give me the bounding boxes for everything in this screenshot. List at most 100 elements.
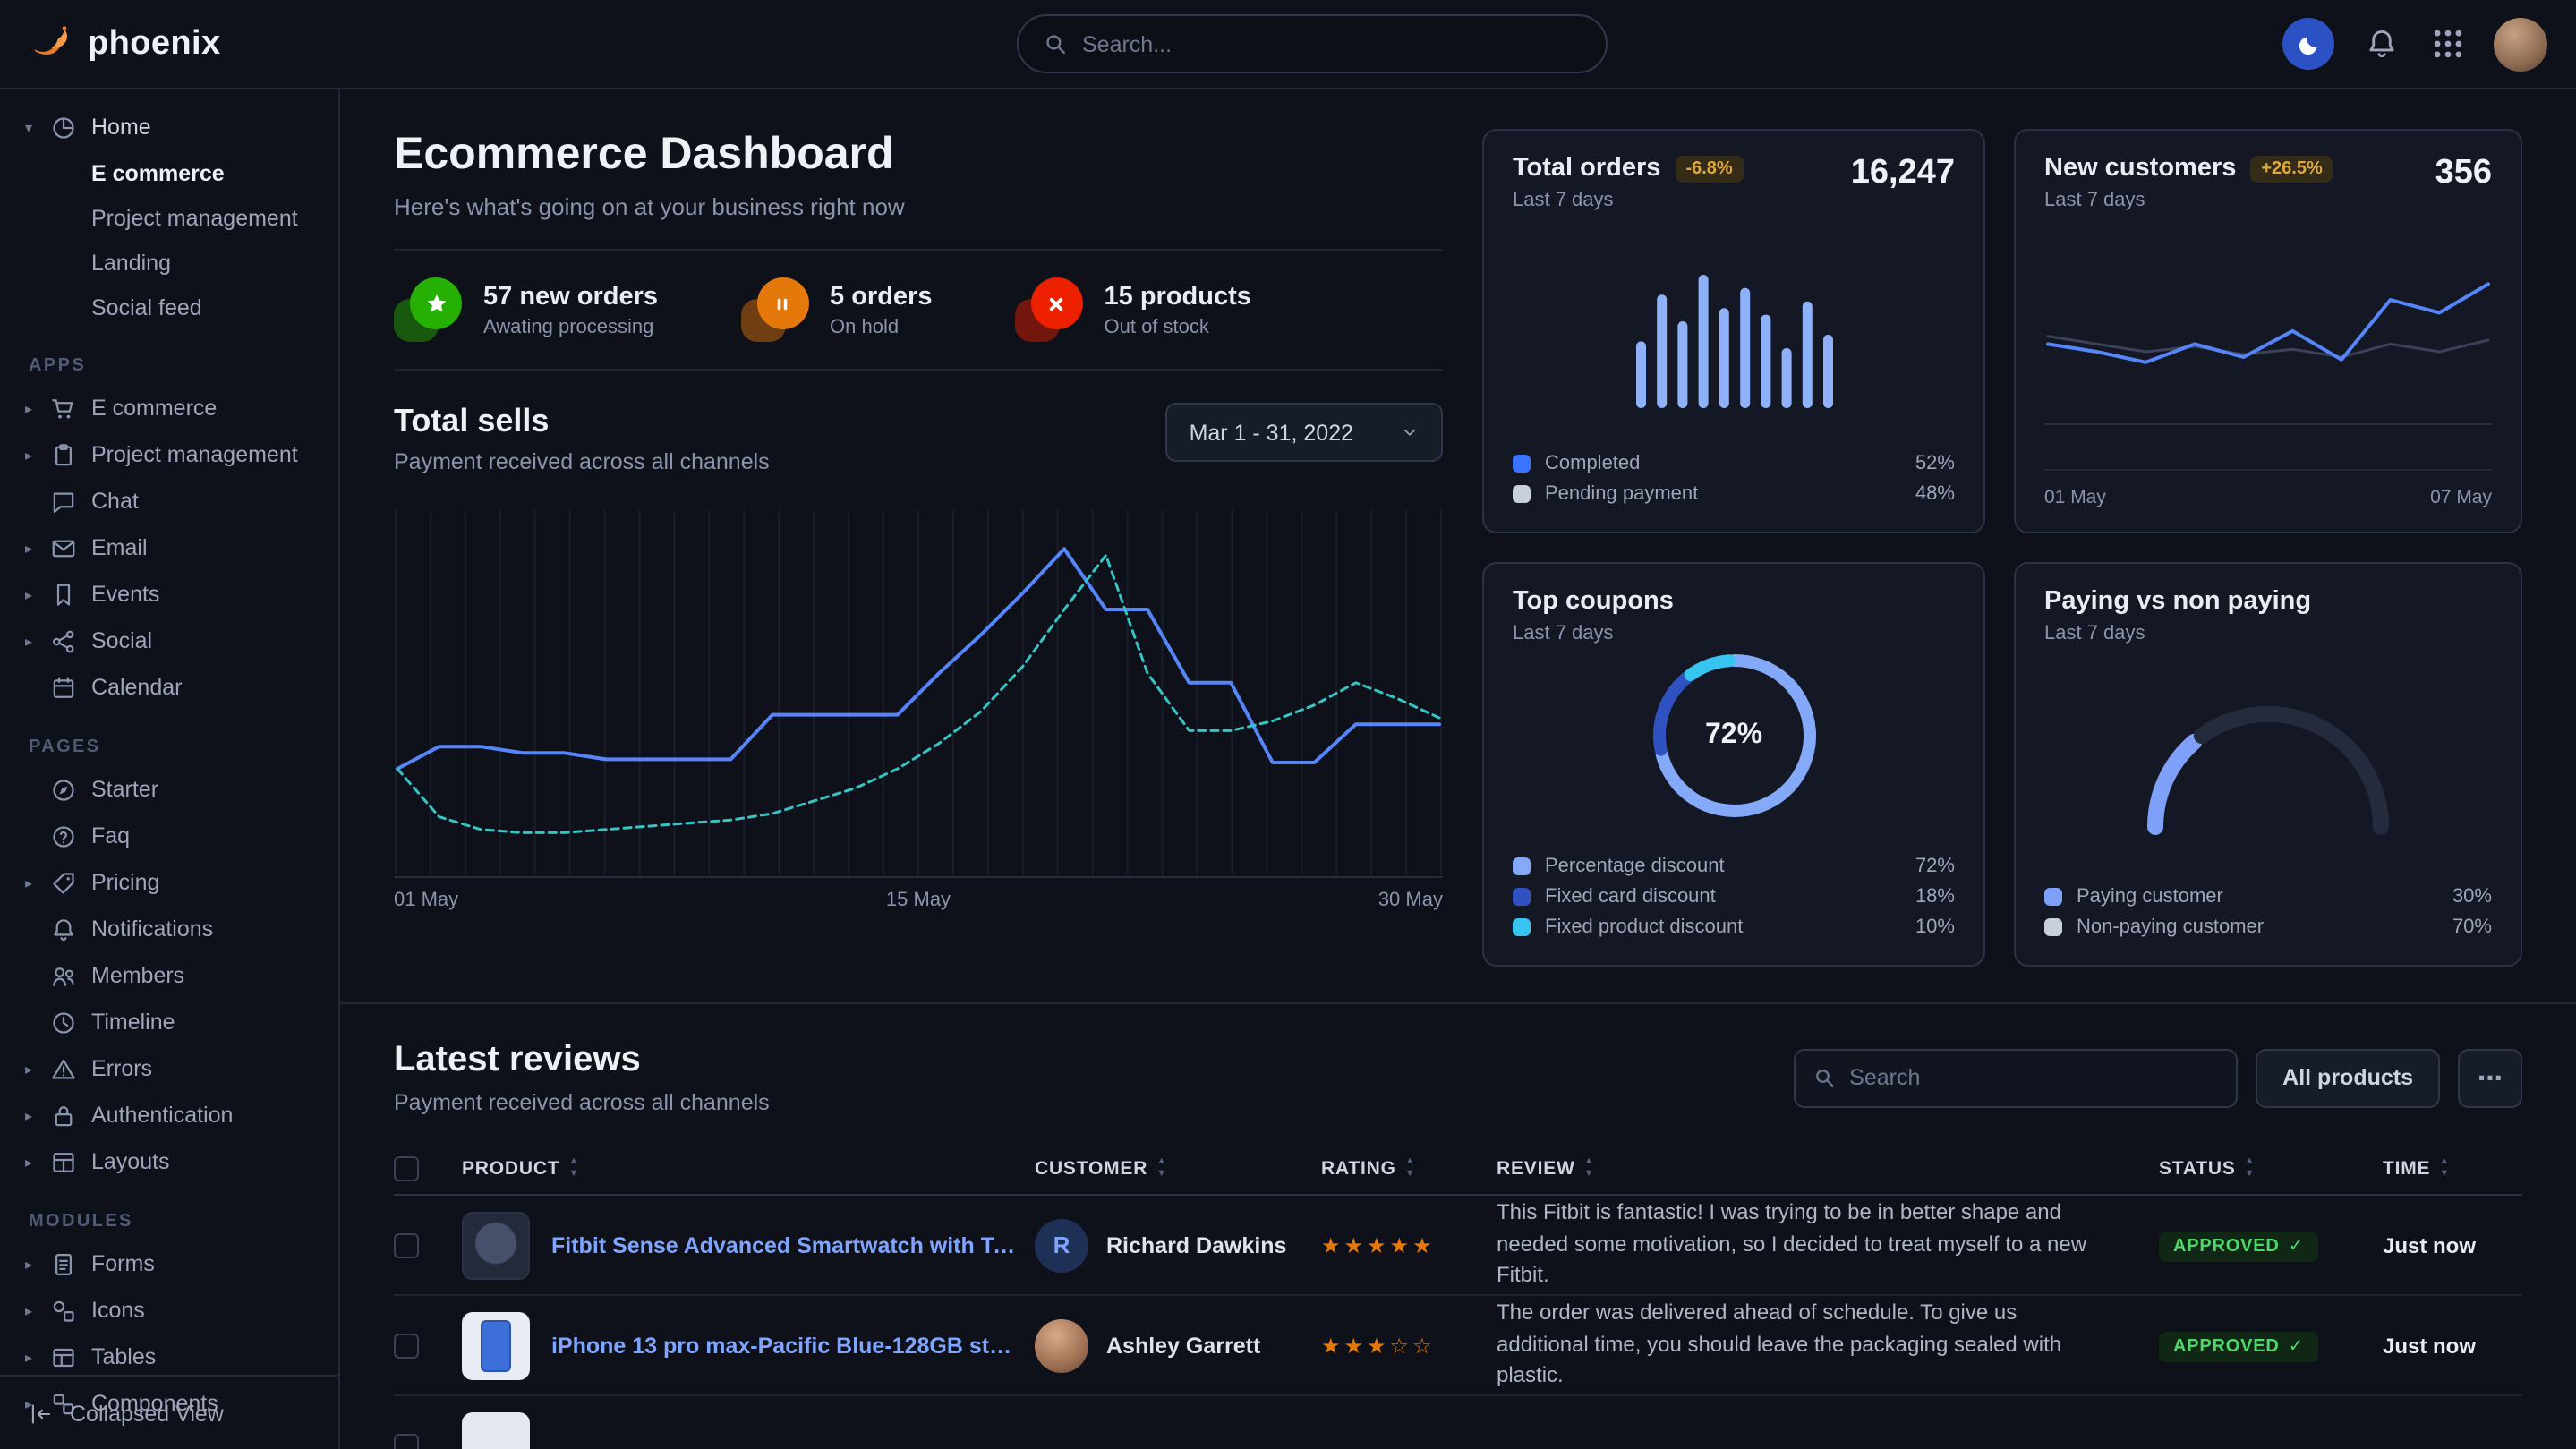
total-orders-card: Total orders -6.8% Last 7 days 16,247 Co… (1482, 129, 1985, 533)
app-body: ▾HomeE commerceProject managementLanding… (0, 89, 2576, 1449)
card-title: Total orders (1513, 154, 1660, 183)
all-products-button[interactable]: All products (2256, 1048, 2440, 1107)
row-checkbox[interactable] (394, 1434, 419, 1449)
sidebar-item-landing[interactable]: Landing (0, 240, 338, 285)
sidebar-item-social[interactable]: ▸Social (0, 618, 338, 664)
time-cell: Just now (2383, 1333, 2522, 1358)
sidebar-item-project-management[interactable]: ▸Project management (0, 431, 338, 478)
column-header-product[interactable]: PRODUCT▲▼ (462, 1158, 1017, 1180)
stat-icon-wrap (740, 277, 808, 342)
product-cell: iPhone 13 pro max-Pacific Blue-128GB sto… (462, 1311, 1017, 1379)
user-avatar[interactable] (2494, 17, 2547, 71)
rating-stars: ★★★☆☆ (1321, 1333, 1479, 1358)
sidebar-item-tables[interactable]: ▸Tables (0, 1334, 338, 1380)
new-customers-chart-area (2044, 211, 2492, 469)
column-header-review[interactable]: REVIEW▲▼ (1497, 1158, 2141, 1180)
chat-icon (50, 488, 77, 515)
global-search[interactable] (1016, 14, 1607, 73)
sidebar-item-e-commerce[interactable]: ▸E commerce (0, 385, 338, 431)
paying-vs-nonpaying-card: Paying vs non paying Last 7 days Paying … (2014, 562, 2522, 967)
top-coupons-legend: Percentage discount72%Fixed card discoun… (1513, 850, 1955, 942)
new-customers-card: New customers +26.5% Last 7 days 356 01 (2014, 129, 2522, 533)
trend-badge: +26.5% (2250, 155, 2333, 182)
select-all-checkbox[interactable] (394, 1156, 419, 1181)
legend-label: Non-paying customer (2077, 916, 2264, 937)
bell-icon (50, 916, 77, 942)
card-period: Last 7 days (1513, 623, 1674, 644)
bookmark-icon (50, 581, 77, 608)
sort-icon: ▲▼ (1156, 1158, 1167, 1180)
date-range-select[interactable]: Mar 1 - 31, 2022 (1166, 403, 1443, 462)
collapsed-view-toggle[interactable]: Collapsed View (0, 1375, 338, 1449)
legend-item-pending-payment: Pending payment48% (1513, 478, 1955, 508)
sidebar-item-label: Authentication (91, 1103, 233, 1128)
sidebar-item-social-feed[interactable]: Social feed (0, 285, 338, 329)
sidebar-item-chat[interactable]: Chat (0, 478, 338, 524)
legend-value: 70% (2452, 916, 2492, 937)
sidebar-item-pricing[interactable]: ▸Pricing (0, 859, 338, 906)
notifications-button[interactable] (2361, 24, 2401, 64)
column-header-customer[interactable]: CUSTOMER▲▼ (1035, 1158, 1303, 1180)
legend-swatch (1513, 917, 1531, 935)
pie-icon (50, 114, 77, 141)
sidebar-item-icons[interactable]: ▸Icons (0, 1287, 338, 1334)
product-link[interactable]: iPhone 13 pro max-Pacific Blue-128GB sto… (551, 1333, 1017, 1358)
sidebar-item-e-commerce[interactable]: E commerce (0, 150, 338, 195)
sidebar-item-events[interactable]: ▸Events (0, 571, 338, 618)
legend-item-percentage-discount: Percentage discount72% (1513, 850, 1955, 881)
sidebar-item-authentication[interactable]: ▸Authentication (0, 1092, 338, 1138)
sidebar-item-notifications[interactable]: Notifications (0, 906, 338, 952)
status-badge: APPROVED✓ (2159, 1231, 2318, 1261)
stat-icon-wrap (1015, 277, 1083, 342)
row-checkbox[interactable] (394, 1232, 419, 1257)
sidebar-item-members[interactable]: Members (0, 952, 338, 999)
stat-awating-processing: 57 new ordersAwating processing (394, 277, 658, 342)
total-sells-subtitle: Payment received across all channels (394, 449, 770, 474)
row-checkbox[interactable] (394, 1333, 419, 1358)
sort-icon: ▲▼ (568, 1158, 579, 1180)
sidebar-item-calendar[interactable]: Calendar (0, 664, 338, 711)
caret-down-icon: ▾ (21, 119, 36, 135)
sidebar-item-faq[interactable]: Faq (0, 813, 338, 859)
legend-item-fixed-card-discount: Fixed card discount18% (1513, 881, 1955, 911)
dashboard-cards: Total orders -6.8% Last 7 days 16,247 Co… (1482, 129, 2522, 967)
sidebar-item-forms[interactable]: ▸Forms (0, 1240, 338, 1287)
column-header-status[interactable]: STATUS▲▼ (2159, 1158, 2365, 1180)
sidebar-item-email[interactable]: ▸Email (0, 524, 338, 571)
sidebar-item-label: Social (91, 628, 152, 653)
brand[interactable]: phoenix (29, 21, 340, 66)
column-header-time[interactable]: TIME▲▼ (2383, 1158, 2522, 1180)
sidebar-item-layouts[interactable]: ▸Layouts (0, 1138, 338, 1185)
card-period: Last 7 days (2044, 190, 2333, 211)
x-tick: 15 May (886, 890, 951, 911)
sidebar-item-home[interactable]: ▾Home (0, 104, 338, 150)
search-icon (1043, 32, 1066, 55)
sidebar-item-timeline[interactable]: Timeline (0, 999, 338, 1045)
sidebar-item-starter[interactable]: Starter (0, 766, 338, 813)
more-options-button[interactable]: ⋯ (2458, 1048, 2522, 1107)
stat-out-of-stock: 15 productsOut of stock (1015, 277, 1251, 342)
gauge-chart (2134, 687, 2402, 838)
sidebar-item-errors[interactable]: ▸Errors (0, 1045, 338, 1092)
viewport: phoenix ▾HomeE commerceProject managemen… (0, 0, 2576, 1449)
caret-right-icon: ▸ (21, 1302, 36, 1318)
reviews-search[interactable] (1794, 1048, 2238, 1107)
check-icon: ✓ (2289, 1336, 2305, 1356)
compass-icon (50, 776, 77, 803)
column-header-rating[interactable]: RATING▲▼ (1321, 1158, 1479, 1180)
tag-icon (50, 869, 77, 896)
legend-label: Fixed product discount (1545, 916, 1743, 937)
total-orders-chart-area (1513, 211, 1955, 447)
moon-icon (2296, 31, 2321, 56)
theme-toggle-button[interactable] (2282, 18, 2334, 70)
legend-value: 72% (1915, 855, 1955, 876)
total-sells-chart (394, 499, 1443, 879)
product-link[interactable]: Fitbit Sense Advanced Smartwatch with To… (551, 1232, 1017, 1257)
reviews-search-input[interactable] (1849, 1065, 2218, 1090)
caret-right-icon: ▸ (21, 540, 36, 556)
apps-grid-button[interactable] (2427, 24, 2467, 64)
global-search-input[interactable] (1082, 31, 1580, 56)
sidebar-item-project-management[interactable]: Project management (0, 195, 338, 240)
stat-value: 15 products (1105, 282, 1251, 311)
stats-row: 57 new ordersAwating processing5 ordersO… (394, 249, 1443, 371)
